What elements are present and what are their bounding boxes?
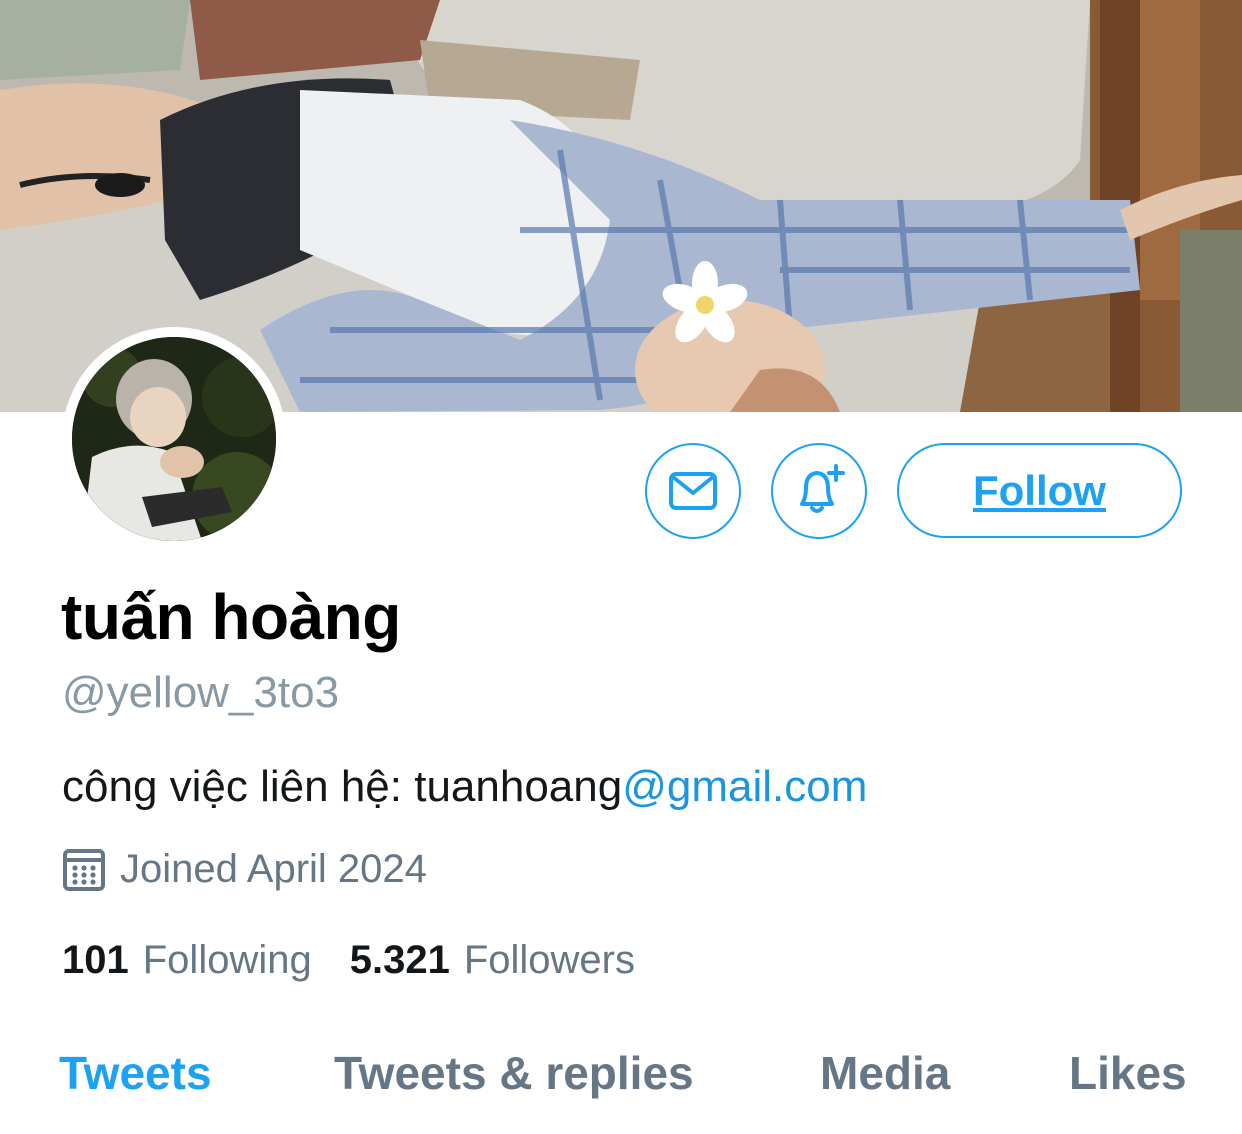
tab-likes[interactable]: Likes xyxy=(1069,1046,1187,1100)
message-button[interactable] xyxy=(645,443,741,539)
avatar-photo xyxy=(72,337,276,541)
bell-plus-icon xyxy=(800,464,845,513)
tab-media[interactable]: Media xyxy=(820,1046,950,1100)
bio-text: công việc liên hệ: tuanhoang xyxy=(62,762,623,811)
tab-tweets[interactable]: Tweets xyxy=(59,1046,212,1100)
joined-text: Joined April 2024 xyxy=(120,846,427,891)
tab-tweets-replies[interactable]: Tweets & replies xyxy=(334,1046,694,1100)
profile-handle: @yellow_3to3 xyxy=(62,668,340,717)
profile-bio: công việc liên hệ: tuanhoang@gmail.com xyxy=(62,762,867,812)
mail-icon xyxy=(669,472,717,510)
following-label[interactable]: Following xyxy=(143,938,312,983)
profile-name: tuấn hoàng xyxy=(61,581,401,653)
profile-stats: 101 Following 5.321 Followers xyxy=(62,938,635,983)
profile-avatar[interactable] xyxy=(62,327,286,551)
profile-page: Follow tuấn hoàng @yellow_3to3 công việc… xyxy=(0,0,1242,1134)
followers-count[interactable]: 5.321 xyxy=(350,938,450,983)
calendar-icon xyxy=(63,849,105,891)
followers-label[interactable]: Followers xyxy=(464,938,635,983)
notifications-button[interactable] xyxy=(771,443,867,539)
following-count[interactable]: 101 xyxy=(62,938,129,983)
joined-date: Joined April 2024 xyxy=(62,845,427,893)
follow-button[interactable]: Follow xyxy=(897,443,1182,538)
bio-email-link[interactable]: @gmail.com xyxy=(622,762,867,811)
